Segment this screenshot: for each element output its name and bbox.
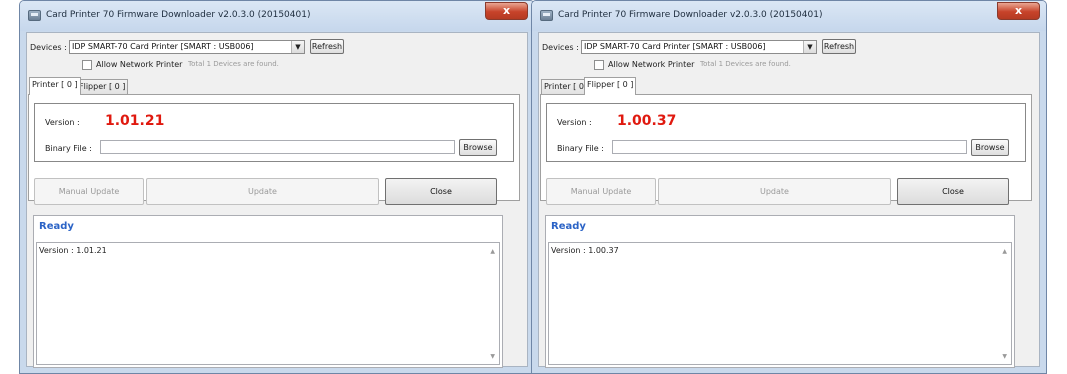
scroll-up-arrow-icon[interactable]: ▲ [490,248,495,255]
window-close-button[interactable]: x [997,2,1040,20]
devices-label: Devices : [30,43,67,52]
client-area: Devices : IDP SMART-70 Card Printer [SMA… [26,32,528,368]
allow-network-printer-label: Allow Network Printer [608,60,695,69]
close-button[interactable]: Close [897,178,1009,205]
chevron-down-icon[interactable]: ▼ [291,41,304,53]
version-value: 1.00.37 [617,113,677,129]
window-title: Card Printer 70 Firmware Downloader v2.0… [46,10,311,20]
tab-printer[interactable]: Printer [ 0 ] [29,77,81,95]
firmware-group: Version : 1.01.21 Binary File : Browse [34,103,514,162]
allow-network-printer-label: Allow Network Printer [96,60,183,69]
browse-button[interactable]: Browse [971,139,1009,156]
refresh-button[interactable]: Refresh [310,39,344,54]
log-line: Version : 1.01.21 [39,246,107,255]
devices-found-text: Total 1 Devices are found. [188,60,279,68]
update-button[interactable]: Update [146,178,379,205]
log-textbox[interactable]: Version : 1.00.37 ▲ ▼ [548,242,1012,365]
version-value: 1.01.21 [105,113,165,129]
browse-button[interactable]: Browse [459,139,497,156]
allow-network-printer-checkbox[interactable] [82,60,92,70]
binary-file-input[interactable] [612,140,967,154]
allow-network-printer-checkbox[interactable] [594,60,604,70]
manual-update-button[interactable]: Manual Update [546,178,656,205]
devices-dropdown-value: IDP SMART-70 Card Printer [SMART : USB00… [584,42,766,51]
devices-label: Devices : [542,43,579,52]
binary-file-label: Binary File : [557,144,604,153]
scroll-down-arrow-icon[interactable]: ▼ [1002,353,1007,360]
printer-app-icon [28,10,41,21]
chevron-down-icon[interactable]: ▼ [803,41,816,53]
version-label: Version : [45,118,80,127]
printer-app-icon [540,10,553,21]
devices-dropdown[interactable]: IDP SMART-70 Card Printer [SMART : USB00… [69,40,305,54]
firmware-group: Version : 1.00.37 Binary File : Browse [546,103,1026,162]
update-button[interactable]: Update [658,178,891,205]
window-title: Card Printer 70 Firmware Downloader v2.0… [558,10,823,20]
devices-found-text: Total 1 Devices are found. [700,60,791,68]
scroll-up-arrow-icon[interactable]: ▲ [1002,248,1007,255]
manual-update-button[interactable]: Manual Update [34,178,144,205]
devices-dropdown[interactable]: IDP SMART-70 Card Printer [SMART : USB00… [581,40,817,54]
window-close-button[interactable]: x [485,2,528,20]
client-area: Devices : IDP SMART-70 Card Printer [SMA… [538,32,1040,368]
log-line: Version : 1.00.37 [551,246,619,255]
title-bar: Card Printer 70 Firmware Downloader v2.0… [532,1,1046,31]
close-button[interactable]: Close [385,178,497,205]
scroll-down-arrow-icon[interactable]: ▼ [490,353,495,360]
status-text: Ready [551,221,586,232]
log-textbox[interactable]: Version : 1.01.21 ▲ ▼ [36,242,500,365]
tab-flipper[interactable]: Flipper [ 0 ] [76,79,129,94]
firmware-downloader-window-flipper: Card Printer 70 Firmware Downloader v2.0… [531,0,1047,374]
version-label: Version : [557,118,592,127]
devices-dropdown-value: IDP SMART-70 Card Printer [SMART : USB00… [72,42,254,51]
firmware-downloader-window-printer: Card Printer 70 Firmware Downloader v2.0… [19,0,535,374]
status-text: Ready [39,221,74,232]
binary-file-label: Binary File : [45,144,92,153]
refresh-button[interactable]: Refresh [822,39,856,54]
status-panel: Ready Version : 1.00.37 ▲ ▼ [545,215,1015,368]
binary-file-input[interactable] [100,140,455,154]
status-panel: Ready Version : 1.01.21 ▲ ▼ [33,215,503,368]
title-bar: Card Printer 70 Firmware Downloader v2.0… [20,1,534,31]
tab-flipper[interactable]: Flipper [ 0 ] [584,77,637,95]
